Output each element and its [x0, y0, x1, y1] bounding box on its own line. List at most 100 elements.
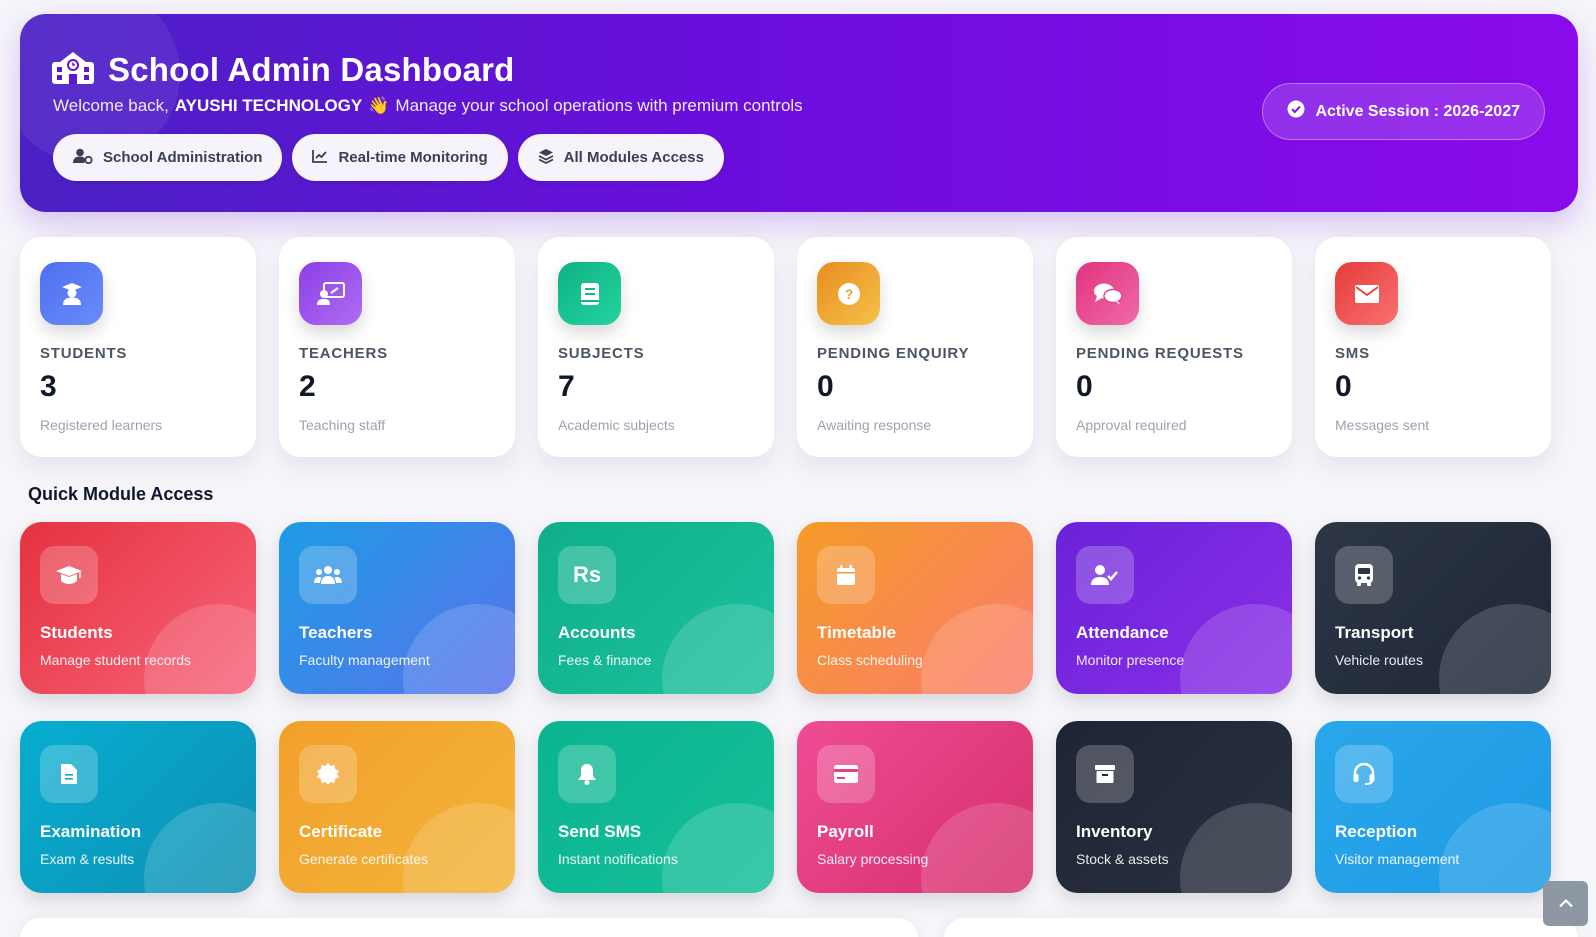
module-title: Payroll [817, 822, 874, 841]
module-description: Vehicle routes [1335, 652, 1423, 668]
stat-label: SUBJECTS [558, 345, 645, 362]
rupee-glyph: Rs [572, 562, 602, 587]
module-title: Inventory [1076, 822, 1153, 841]
decorative-circle [1439, 604, 1551, 694]
rupee-icon: Rs [558, 546, 616, 604]
module-accounts[interactable]: Rs Accounts Fees & finance [538, 522, 774, 694]
stat-card-subjects[interactable]: SUBJECTS 7 Academic subjects [538, 237, 774, 457]
module-description: Visitor management [1335, 851, 1460, 867]
question-icon: ? [817, 262, 880, 325]
graduation-cap-icon [40, 546, 98, 604]
box-icon [1076, 745, 1134, 803]
decorative-circle [662, 803, 774, 893]
module-payroll[interactable]: Payroll Salary processing [797, 721, 1033, 893]
decorative-circle [144, 604, 256, 694]
module-description: Manage student records [40, 652, 191, 668]
header-title-row: School Admin Dashboard [52, 50, 515, 89]
module-title: Send SMS [558, 822, 642, 841]
module-certificate[interactable]: Certificate Generate certificates [279, 721, 515, 893]
stat-label: TEACHERS [299, 345, 388, 362]
stat-value: 0 [1076, 370, 1093, 403]
stat-value: 7 [558, 370, 575, 403]
module-reception[interactable]: Reception Visitor management [1315, 721, 1551, 893]
module-description: Generate certificates [299, 851, 429, 867]
module-attendance[interactable]: Attendance Monitor presence [1056, 522, 1292, 694]
module-transport[interactable]: Transport Vehicle routes [1315, 522, 1551, 694]
module-description: Salary processing [817, 851, 929, 867]
module-students[interactable]: Students Manage student records [20, 522, 256, 694]
module-title: Transport [1335, 623, 1414, 642]
module-teachers[interactable]: Teachers Faculty management [279, 522, 515, 694]
page-title: School Admin Dashboard [108, 50, 515, 88]
headset-icon [1335, 745, 1393, 803]
module-title: Timetable [817, 623, 897, 642]
module-description: Stock & assets [1076, 851, 1169, 867]
check-circle-icon [1287, 100, 1305, 123]
wave-icon: 👋 [368, 96, 390, 115]
bottom-panel-left [20, 918, 918, 937]
layers-icon [538, 148, 554, 168]
decorative-circle [921, 803, 1033, 893]
scroll-to-top-button[interactable] [1543, 881, 1588, 926]
decorative-circle [144, 803, 256, 893]
credit-card-icon [817, 745, 875, 803]
module-title: Examination [40, 822, 142, 841]
pill-label: School Administration [103, 149, 263, 166]
module-title: Students [40, 623, 113, 642]
stat-card-sms[interactable]: SMS 0 Messages sent [1315, 237, 1551, 457]
envelope-icon [1335, 262, 1398, 325]
stat-description: Registered learners [40, 417, 163, 433]
module-inventory[interactable]: Inventory Stock & assets [1056, 721, 1292, 893]
bus-icon [1335, 546, 1393, 604]
header-pills: School Administration Real-time Monitori… [53, 134, 724, 181]
module-title: Certificate [299, 822, 383, 841]
module-description: Fees & finance [558, 652, 652, 668]
all-modules-access-button[interactable]: All Modules Access [517, 134, 724, 181]
user-check-icon [1076, 546, 1134, 604]
stat-description: Academic subjects [558, 417, 675, 433]
module-description: Class scheduling [817, 652, 923, 668]
comments-icon [1076, 262, 1139, 325]
calendar-icon [817, 546, 875, 604]
session-label: Active Session : 2026-2027 [1315, 102, 1520, 120]
stat-label: PENDING ENQUIRY [817, 345, 970, 362]
school-icon [52, 50, 94, 89]
realtime-monitoring-button[interactable]: Real-time Monitoring [292, 134, 508, 181]
module-send-sms[interactable]: Send SMS Instant notifications [538, 721, 774, 893]
decorative-circle [1180, 803, 1292, 893]
decorative-circle [921, 604, 1033, 694]
decorative-circle [403, 604, 515, 694]
stat-description: Approval required [1076, 417, 1187, 433]
stat-description: Teaching staff [299, 417, 386, 433]
dashboard-header: School Admin Dashboard Welcome back, AYU… [20, 14, 1578, 212]
user-name: AYUSHI TECHNOLOGY [174, 96, 363, 115]
module-timetable[interactable]: Timetable Class scheduling [797, 522, 1033, 694]
chevron-up-icon [1558, 895, 1574, 913]
module-examination[interactable]: Examination Exam & results [20, 721, 256, 893]
stat-card-students[interactable]: STUDENTS 3 Registered learners [20, 237, 256, 457]
welcome-message: Welcome back, AYUSHI TECHNOLOGY 👋 Manage… [53, 96, 803, 116]
users-icon [299, 546, 357, 604]
graduate-icon [40, 262, 103, 325]
school-administration-button[interactable]: School Administration [53, 134, 283, 181]
pill-label: All Modules Access [563, 149, 704, 166]
active-session-badge[interactable]: Active Session : 2026-2027 [1262, 83, 1545, 140]
section-title: Quick Module Access [28, 484, 214, 504]
certificate-icon [299, 745, 357, 803]
stat-card-pending-enquiry[interactable]: ? PENDING ENQUIRY 0 Awaiting response [797, 237, 1033, 457]
decorative-circle [1439, 803, 1551, 893]
stat-description: Awaiting response [817, 417, 932, 433]
decorative-circle [403, 803, 515, 893]
stat-card-pending-requests[interactable]: PENDING REQUESTS 0 Approval required [1056, 237, 1292, 457]
bottom-panel-right [944, 918, 1578, 937]
chalkboard-teacher-icon [299, 262, 362, 325]
module-title: Reception [1335, 822, 1418, 841]
pill-label: Real-time Monitoring [338, 149, 488, 166]
stat-description: Messages sent [1335, 417, 1430, 433]
module-description: Faculty management [299, 652, 430, 668]
stat-label: STUDENTS [40, 345, 128, 362]
stat-card-teachers[interactable]: TEACHERS 2 Teaching staff [279, 237, 515, 457]
module-title: Teachers [299, 623, 373, 642]
module-description: Monitor presence [1076, 652, 1185, 668]
svg-text:?: ? [844, 286, 853, 302]
